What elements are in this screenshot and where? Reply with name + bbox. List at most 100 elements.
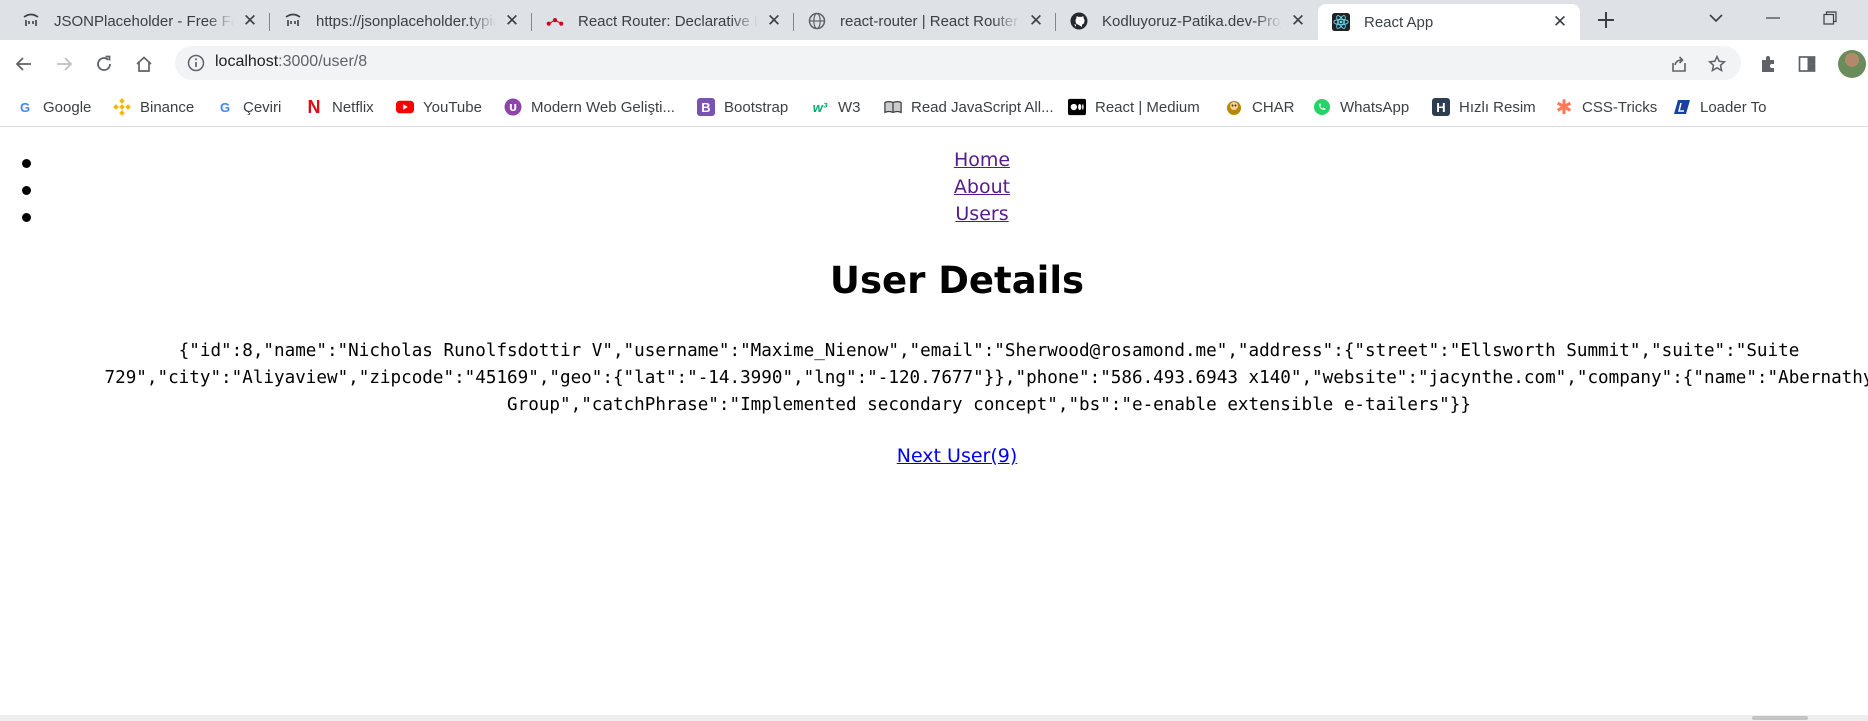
bookmark-label: Hızlı Resim	[1459, 98, 1536, 116]
reload-button[interactable]	[90, 50, 118, 78]
bookmark-google[interactable]: G Google	[16, 87, 91, 127]
book-icon	[884, 98, 902, 116]
close-icon[interactable]: ✕	[766, 11, 782, 30]
medium-icon	[1068, 98, 1086, 116]
tab-title: JSONPlaceholder - Free Fake REST API	[54, 12, 234, 30]
url-host: localhost	[215, 53, 279, 70]
nav-item-about: About	[0, 176, 1868, 204]
tab-search-button[interactable]	[1696, 4, 1736, 32]
tab-title: Kodluyoruz-Patika.dev-Projects	[1102, 12, 1282, 30]
reload-icon	[97, 55, 111, 71]
horizontal-scrollbar[interactable]	[0, 715, 1868, 721]
new-tab-button[interactable]	[1592, 6, 1620, 34]
react-icon	[1332, 13, 1350, 31]
bookmark-whatsapp[interactable]: WhatsApp	[1313, 87, 1409, 127]
close-icon[interactable]: ✕	[1552, 12, 1568, 31]
tab-jsonplaceholder[interactable]: JSONPlaceholder - Free Fake REST API ✕	[8, 4, 270, 38]
tab-strip: JSONPlaceholder - Free Fake REST API ✕ h…	[0, 0, 1868, 40]
tab-github[interactable]: Kodluyoruz-Patika.dev-Projects ✕	[1056, 4, 1318, 38]
scrollbar-thumb[interactable]	[1752, 716, 1808, 720]
bookmark-w3[interactable]: w³ W3	[811, 87, 861, 127]
nav-item-home: Home	[0, 149, 1868, 177]
profile-avatar[interactable]	[1838, 50, 1866, 78]
jsonplaceholder-icon	[284, 12, 302, 30]
nav-link-about[interactable]: About	[0, 176, 1868, 198]
bookmark-react-medium[interactable]: React | Medium	[1068, 87, 1200, 127]
tab-jsonplaceholder-typicode[interactable]: https://jsonplaceholder.typicode.com ✕	[270, 4, 532, 38]
bookmark-label: Read JavaScript All...	[911, 98, 1054, 116]
bookmark-netflix[interactable]: N Netflix	[305, 87, 374, 127]
url-path: :3000/user/8	[278, 53, 368, 70]
jsonplaceholder-icon	[22, 12, 40, 30]
svg-text:U: U	[509, 103, 517, 114]
close-icon[interactable]: ✕	[242, 11, 258, 30]
bookmark-label: W3	[838, 98, 861, 116]
youtube-icon	[396, 98, 414, 116]
close-icon[interactable]: ✕	[1028, 11, 1044, 30]
netflix-icon: N	[307, 96, 321, 117]
back-button[interactable]	[10, 50, 38, 78]
bookmark-read-javascript[interactable]: Read JavaScript All...	[884, 87, 1054, 127]
side-panel-icon[interactable]	[1796, 53, 1818, 75]
tab-title: react-router | React Router	[840, 12, 1019, 30]
tab-title: React Router: Declarative Routing	[578, 12, 758, 30]
forward-button[interactable]	[50, 50, 78, 78]
google-icon: G	[19, 99, 31, 115]
url-text[interactable]: localhost:3000/user/8	[215, 53, 367, 71]
close-icon[interactable]: ✕	[504, 11, 520, 30]
user-json: {"id":8,"name":"Nicholas Runolfsdottir V…	[104, 341, 1868, 415]
w3-icon: w³	[812, 99, 828, 115]
tab-react-router-npm[interactable]: react-router | React Router ✕	[794, 4, 1056, 38]
bookmark-label: YouTube	[423, 98, 482, 116]
plus-icon	[1598, 12, 1614, 28]
bookmark-css-tricks[interactable]: ✱ CSS-Tricks	[1555, 87, 1658, 127]
bookmark-modern-web[interactable]: U Modern Web Gelişti...	[504, 87, 675, 127]
bookmark-label: Modern Web Gelişti...	[531, 98, 675, 116]
tab-title: https://jsonplaceholder.typicode.com	[316, 12, 496, 30]
nav-item-users: Users	[0, 203, 1868, 231]
next-user-link[interactable]: Next User(9)	[897, 445, 1018, 467]
home-icon	[136, 56, 152, 72]
tab-react-router-docs[interactable]: React Router: Declarative Routing ✕	[532, 4, 794, 38]
info-icon[interactable]	[187, 54, 205, 72]
bookmark-bootstrap[interactable]: B Bootstrap	[697, 87, 788, 127]
bookmark-label: Bootstrap	[724, 98, 789, 116]
arrow-left-icon	[15, 57, 31, 71]
star-icon[interactable]	[1707, 54, 1727, 74]
bookmark-char[interactable]: CHAR	[1225, 87, 1295, 127]
bookmark-label: Google	[43, 98, 92, 116]
chevron-down-icon	[1709, 13, 1723, 22]
minimize-button[interactable]	[1753, 4, 1793, 32]
browser-toolbar: localhost:3000/user/8	[0, 40, 1868, 87]
nav-link-home[interactable]: Home	[0, 149, 1868, 171]
bookmark-label: CHAR	[1252, 98, 1295, 116]
close-icon[interactable]: ✕	[1290, 11, 1306, 30]
bookmark-ceviri[interactable]: G Çeviri	[216, 87, 281, 127]
home-button[interactable]	[130, 50, 158, 78]
bookmark-label: Netflix	[332, 98, 374, 116]
github-icon	[1070, 12, 1088, 30]
bookmark-youtube[interactable]: YouTube	[396, 87, 482, 127]
bookmark-loader-to[interactable]: Loader To	[1673, 87, 1766, 127]
minimize-icon	[1766, 17, 1780, 19]
extensions-icon[interactable]	[1757, 53, 1779, 75]
address-bar[interactable]: localhost:3000/user/8	[175, 46, 1741, 80]
react-router-icon	[546, 12, 564, 30]
tab-react-app[interactable]: React App ✕	[1318, 4, 1580, 40]
bookmark-hizli-resim[interactable]: H Hızlı Resim	[1432, 87, 1536, 127]
bookmark-label: Loader To	[1700, 98, 1767, 116]
nav-link-users[interactable]: Users	[0, 203, 1868, 225]
whatsapp-icon	[1313, 98, 1331, 116]
arrow-right-icon	[57, 57, 73, 71]
binance-icon	[113, 98, 131, 116]
css-tricks-icon: ✱	[1555, 96, 1573, 119]
bookmark-label: CSS-Tricks	[1582, 98, 1658, 116]
restore-button[interactable]	[1810, 4, 1850, 32]
bookmark-binance[interactable]: Binance	[113, 87, 194, 127]
loader-to-icon	[1673, 98, 1691, 116]
modern-web-icon: U	[504, 98, 522, 116]
bookmark-label: Çeviri	[243, 98, 282, 116]
google-icon: G	[219, 99, 231, 115]
bookmark-label: Binance	[140, 98, 195, 116]
share-icon[interactable]	[1669, 54, 1689, 74]
